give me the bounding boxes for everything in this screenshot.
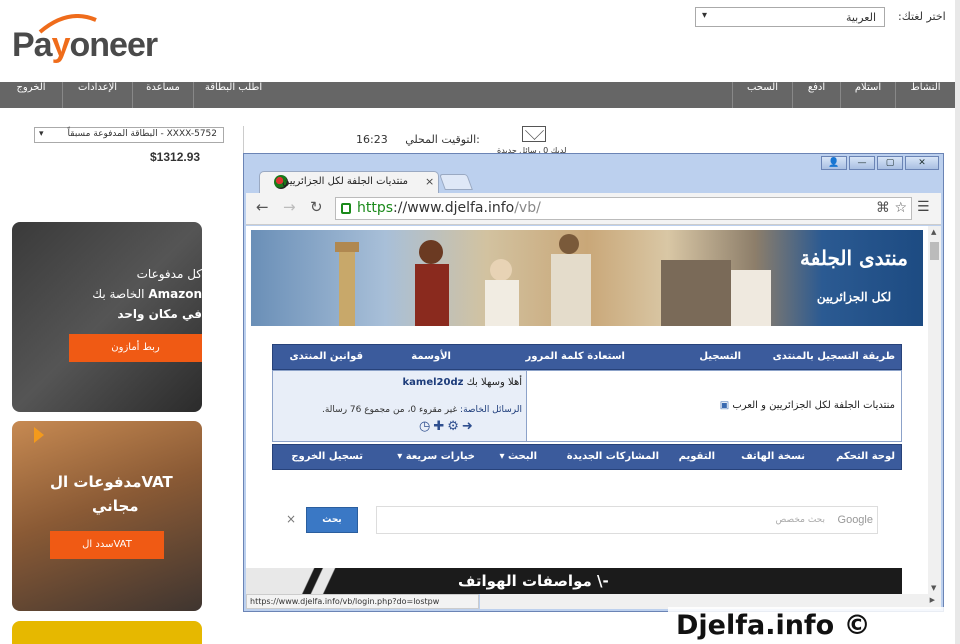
add-friend-icon[interactable]: ✚ [433,419,447,434]
clock-icon[interactable]: ◷ [419,419,433,434]
logout-icon[interactable]: ➜ [462,419,476,434]
page-scrollbar[interactable] [955,0,960,644]
chevron-down-icon: ▾ [702,10,708,21]
nav-settings[interactable]: الإعدادات [62,82,132,108]
balance: $1312.93 [150,150,201,164]
browser-toolbar: ← → ↻ https://www.djelfa.info/vb/ ⌘ ☆ ☰ [246,193,941,225]
language-select[interactable]: ▾ العربية [695,7,885,27]
bookmark-star-icon[interactable]: ☆ [894,200,907,216]
maximize-button[interactable]: ▢ [877,156,903,170]
nav-calendar[interactable]: التقويم [679,451,715,462]
chevron-down-icon: ▾ [39,129,44,139]
scroll-thumb[interactable] [930,242,939,260]
browser-tab[interactable]: منتديات الجلفة لكل الجزائريين × [259,171,439,193]
nav-badges[interactable]: الأوسمة [411,351,451,362]
google-search: × بحث بحث مخصص Google [286,506,886,534]
payoneer-logo[interactable]: Payoneer [12,14,172,70]
watermark: Djelfa.info © 2018 [668,607,954,644]
local-time: 16:23 التوقيت المحلي: [356,133,480,146]
address-bar[interactable]: https://www.djelfa.info/vb/ ⌘ ☆ [335,197,912,220]
user-box: أهلا وسهلا بك kamel20dz الرسائل الخاصة: … [273,371,527,441]
nav-new-posts[interactable]: المشاركات الجديدة [567,451,659,462]
screen: Payoneer اختر لغتك: ▾ العربية النشاط است… [0,0,960,644]
scroll-up-icon[interactable]: ▲ [931,228,936,236]
forum-logo[interactable]: منتدى الجلفة لكل الجزائريين والعرب [799,240,909,343]
nav-pay[interactable]: ادفع [792,82,840,108]
link-amazon-button[interactable]: ربط أمازون [69,334,202,362]
play-icon [34,427,44,443]
scroll-right-icon[interactable]: ▶ [930,596,935,604]
nav-rules[interactable]: قوانين المنتدى [289,351,363,362]
reload-icon[interactable]: ↻ [310,198,323,216]
envelope-icon[interactable] [522,126,546,142]
google-logo: Google [837,514,873,526]
scroll-down-icon[interactable]: ▼ [931,584,936,592]
amazon-promo: كل مدفوعات Amazon الخاصة بك في مكان واحد… [12,222,202,412]
forum-top-nav: طريقة التسجيل بالمنتدى التسجيل استعادة ك… [272,344,902,370]
nav-activity[interactable]: النشاط [895,82,955,108]
nav-help[interactable]: مساعدة [132,82,193,108]
nav-logout[interactable]: الخروج [0,82,62,108]
new-tab-button[interactable] [439,174,473,190]
close-window-button[interactable]: ✕ [905,156,939,170]
lock-icon [341,203,351,214]
nav-register-guide[interactable]: طريقة التسجيل بالمنتدى [773,351,895,362]
close-tab-icon[interactable]: × [425,175,434,188]
search-input[interactable]: بحث مخصص Google [376,506,878,534]
nav-control-panel[interactable]: لوحة التحكم [836,451,895,462]
translate-icon[interactable]: ⌘ [876,200,890,216]
welcome-panel: أهلا وسهلا بك kamel20dz الرسائل الخاصة: … [272,370,902,442]
nav-register[interactable]: التسجيل [699,351,741,362]
language-label: اختر لغتك: [898,10,946,23]
phone-specs-banner[interactable]: -\ مواصفات الهواتف [246,568,902,594]
search-button[interactable]: بحث [306,507,358,533]
menu-icon[interactable]: ☰ [917,199,930,215]
pm-link[interactable]: الرسائل الخاصة: [460,405,522,415]
site-name-link[interactable]: منتديات الجلفة لكل الجزائريين و العرب ▣ [720,400,895,411]
forward-arrow-icon[interactable]: → [283,198,296,216]
profile-icon[interactable]: 👤 [821,156,847,170]
vat-promo: مدفوعات الVAT مجاني سدد الVAT [12,421,202,611]
main-nav: النشاط استلام ادفع السحب اطلب البطاقة مس… [0,82,955,108]
username-link[interactable]: kamel20dz [403,377,464,388]
page-viewport: منتدى الجلفة لكل الجزائريين والعرب طريقة … [246,226,928,594]
nav-receive[interactable]: استلام [840,82,895,108]
nav-mobile-version[interactable]: نسخة الهاتف [741,451,805,462]
vertical-scrollbar[interactable]: ▲ ▼ [928,226,941,594]
nav-recover-password[interactable]: استعادة كلمة المرور [526,351,626,362]
nav-search[interactable]: البحث ▾ [499,451,537,462]
browser-window: 👤 — ▢ ✕ منتديات الجلفة لكل الجزائريين × … [243,153,944,612]
nav-quick-options[interactable]: خيارات سريعة ▾ [397,451,475,462]
pay-vat-button[interactable]: سدد الVAT [50,531,164,559]
promo-card [12,621,202,644]
close-icon[interactable]: × [286,512,296,526]
minimize-button[interactable]: — [849,156,875,170]
gear-icon[interactable]: ⚙ [447,419,462,434]
nav-order-card[interactable]: اطلب البطاقة [193,82,273,108]
card-select[interactable]: ▾ البطاقة المدفوعة مسبقاً - XXXX-5752 [34,127,224,143]
nav-logout[interactable]: تسجيل الخروج [291,451,363,462]
status-bar-url: https://www.djelfa.info/vb/login.php?do=… [246,594,479,609]
forum-bottom-nav: لوحة التحكم نسخة الهاتف التقويم المشاركا… [272,444,902,470]
forum-banner: منتدى الجلفة لكل الجزائريين والعرب [251,230,923,343]
nav-withdraw[interactable]: السحب [732,82,792,108]
back-arrow-icon[interactable]: ← [256,198,269,216]
